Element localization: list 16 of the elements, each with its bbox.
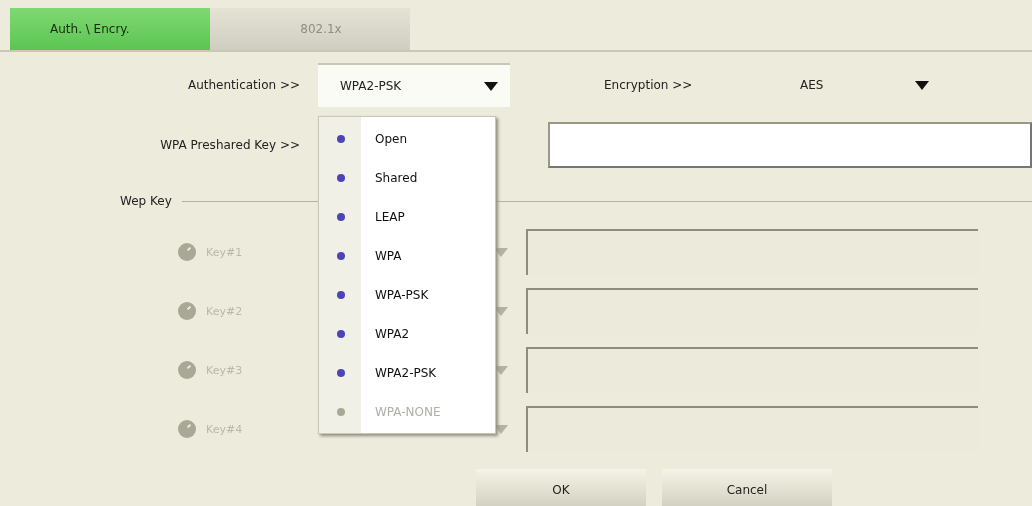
button[interactable]: OK [476,469,646,506]
tab[interactable]: Auth. \ Encry. [10,8,210,50]
menu-item[interactable]: LEAP [375,209,405,224]
menu-item[interactable]: WPA-PSK [375,287,429,302]
group-label: Wep Key [120,194,172,208]
encryption-dropdown[interactable]: AES [800,78,915,92]
menu-item[interactable]: WPA2 [375,326,410,341]
menu-item[interactable]: WPA2-PSK [375,365,437,380]
menu-item[interactable]: Open [375,131,408,146]
button[interactable]: Cancel [662,469,832,506]
menu-item[interactable]: WPA [375,248,402,263]
field-label: Authentication >> [187,78,300,92]
field-label: Encryption >> [604,78,694,92]
field-label: WPA Preshared Key >> [159,138,300,152]
menu-item[interactable]: Shared [375,170,418,185]
authentication-dropdown[interactable]: WPA2-PSK [318,63,510,107]
